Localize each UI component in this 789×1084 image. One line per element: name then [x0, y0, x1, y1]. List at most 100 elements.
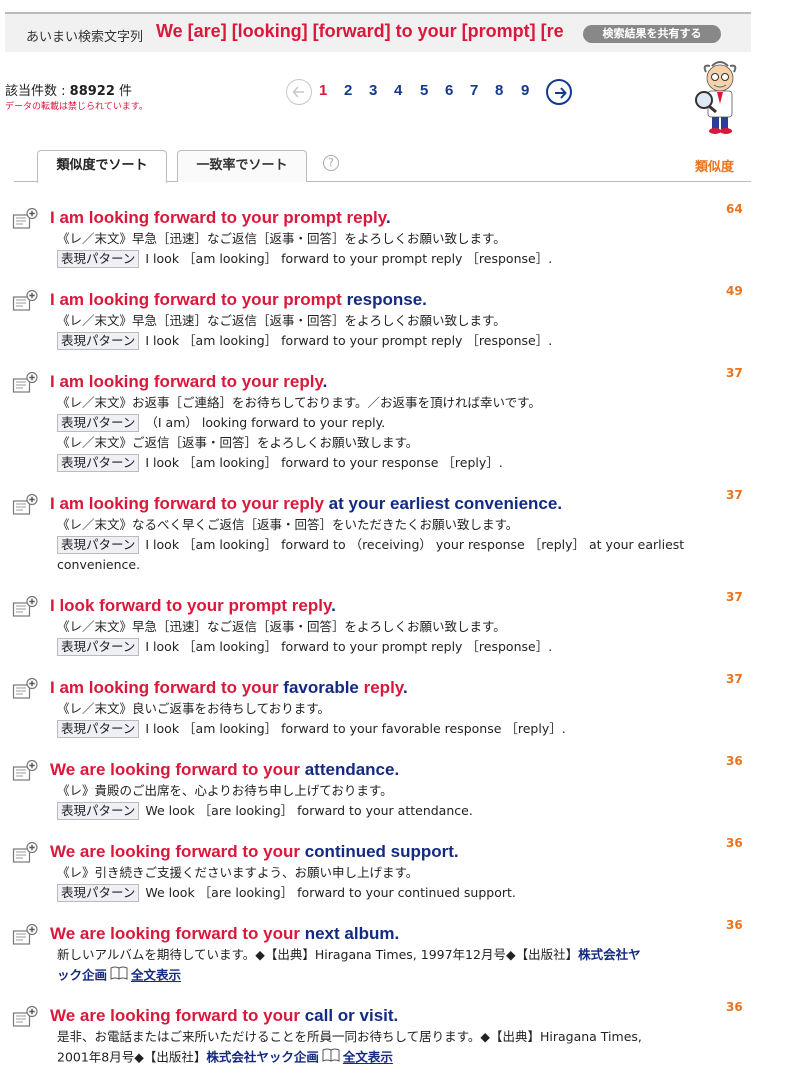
add-to-wordbook-icon[interactable]	[12, 923, 40, 948]
add-to-wordbook-icon[interactable]	[12, 595, 40, 620]
add-to-wordbook-icon[interactable]	[12, 677, 40, 702]
expression-pattern-tag: 表現パターン	[57, 884, 140, 902]
publisher-link[interactable]: 株式会社ヤ	[578, 947, 641, 962]
prev-page-icon[interactable]	[286, 79, 312, 105]
expression-pattern-text: We look ［are looking］ forward to your co…	[145, 885, 516, 900]
similarity-score: 36	[726, 754, 743, 768]
expression-pattern-text: We look ［are looking］ forward to your at…	[145, 803, 473, 818]
result-title-segment: call or visit.	[304, 1006, 399, 1025]
page-link[interactable]: 7	[470, 82, 478, 99]
expression-pattern-line: 表現パターン I look ［am looking］ forward to you…	[57, 453, 503, 473]
sort-tabs: 類似度でソート 一致率でソート ? 類似度	[14, 150, 751, 183]
full-text-link[interactable]: 全文表示	[343, 1050, 393, 1065]
result-title-segment: I am looking forward to your prompt	[50, 290, 347, 309]
reproduction-notice: データの転載は禁じられています。	[5, 102, 148, 112]
page-link[interactable]: 9	[521, 82, 529, 99]
add-to-wordbook-icon[interactable]	[12, 1005, 40, 1030]
result-count: 該当件数 : 88922 件	[5, 84, 133, 99]
similarity-score: 37	[726, 366, 743, 380]
result-title[interactable]: I am looking forward to your reply.	[50, 372, 327, 392]
page-link[interactable]: 6	[445, 82, 453, 99]
page-link[interactable]: 4	[394, 82, 402, 99]
publisher-link[interactable]: 株式会社ヤック企画	[206, 1050, 319, 1065]
result-title[interactable]: We are looking forward to your continued…	[50, 842, 459, 862]
source-line: 是非、お電話またはご来所いただけることを所員一同お待ちして居ります。◆【出典】H…	[57, 1027, 642, 1047]
translation-line: 《レ／末文》早急［迅速］なご返信［返事・回答］をよろしくお願い致します。	[57, 313, 506, 328]
result-title-segment: We are looking forward to your	[50, 924, 305, 943]
result-title-segment: .	[402, 678, 408, 697]
expression-pattern-tag: 表現パターン	[57, 536, 140, 554]
page-current: 1	[319, 82, 328, 99]
similarity-score: 49	[726, 284, 743, 298]
expression-pattern-tag: 表現パターン	[57, 720, 140, 738]
result-title[interactable]: We are looking forward to your call or v…	[50, 1006, 398, 1026]
add-to-wordbook-icon[interactable]	[12, 841, 40, 866]
page-link[interactable]: 5	[420, 82, 428, 99]
expression-pattern-tag: 表現パターン	[57, 250, 140, 268]
result-title[interactable]: We are looking forward to your next albu…	[50, 924, 399, 944]
translation-line: 《レ／末文》良いご返事をお待ちしております。	[57, 701, 331, 716]
result-title-segment: We are looking forward to your	[50, 842, 305, 861]
result-title[interactable]: We are looking forward to your attendanc…	[50, 760, 399, 780]
result-title[interactable]: I am looking forward to your prompt resp…	[50, 290, 427, 310]
similarity-column-label: 類似度	[695, 160, 735, 175]
publisher-link[interactable]: ック企画	[57, 968, 107, 983]
full-text-link[interactable]: 全文表示	[131, 968, 181, 983]
result-title[interactable]: I look forward to your prompt reply.	[50, 596, 336, 616]
result-title-segment: .	[322, 372, 328, 391]
translation-line: 《レ》貴殿のご出席を、心よりお待ち申し上げております。	[57, 783, 393, 798]
expression-pattern-line: 表現パターン I look ［am looking］ forward to you…	[57, 719, 566, 739]
expression-pattern-tag: 表現パターン	[57, 454, 140, 472]
result-title-segment: response.	[346, 290, 427, 309]
page-link[interactable]: 3	[369, 82, 377, 99]
expression-pattern-line: 表現パターン I look ［am looking］ forward to you…	[57, 249, 552, 269]
result-title-segment: We are looking forward to your	[50, 760, 305, 779]
result-title-segment: at your earliest convenience.	[323, 494, 563, 513]
expression-pattern-tag: 表現パターン	[57, 332, 140, 350]
result-title[interactable]: I am looking forward to your favorable r…	[50, 678, 408, 698]
fuzzy-search-label: あいまい検索文字列	[26, 30, 144, 45]
similarity-score: 36	[726, 1000, 743, 1014]
page-link[interactable]: 2	[344, 82, 352, 99]
source-text: 新しいアルバムを期待しています。◆【出典】Hiragana Times, 199…	[57, 947, 579, 962]
tab-sort-by-similarity[interactable]: 類似度でソート	[37, 150, 167, 183]
source-text: 2001年8月号◆【出版社】	[57, 1049, 207, 1065]
translation-line: 《レ／末文》早急［迅速］なご返信［返事・回答］をよろしくお願い致します。	[57, 619, 506, 634]
expression-pattern-text: I look ［am looking］ forward to your resp…	[145, 455, 503, 470]
expression-pattern-line: 表現パターン （I am） looking forward to your rep…	[57, 413, 385, 433]
expression-pattern-line: 表現パターン We look ［are looking］ forward to y…	[57, 801, 473, 821]
expression-pattern-tag: 表現パターン	[57, 638, 140, 656]
result-title-segment: .	[331, 596, 336, 615]
result-title[interactable]: I am looking forward to your reply at yo…	[50, 494, 562, 514]
similarity-score: 64	[726, 202, 743, 216]
result-title-segment: attendance.	[304, 760, 400, 779]
expression-pattern-continuation: convenience.	[57, 557, 141, 572]
result-title-segment: I am looking forward to your reply	[50, 372, 323, 391]
add-to-wordbook-icon[interactable]	[12, 371, 40, 396]
search-query: We [are] [looking] [forward] to your [pr…	[156, 21, 564, 41]
add-to-wordbook-icon[interactable]	[12, 289, 40, 314]
next-page-icon[interactable]	[546, 79, 572, 105]
expression-pattern-text: I look ［am looking］ forward to （receivin…	[145, 537, 685, 552]
result-title-segment: I look forward to your prompt reply	[50, 596, 332, 615]
share-results-button[interactable]: 検索結果を共有する	[583, 25, 721, 43]
expression-pattern-text: I look ［am looking］ forward to your prom…	[145, 251, 553, 266]
result-title-segment: .	[385, 208, 391, 227]
expression-pattern-text: （I am） looking forward to your reply.	[145, 415, 386, 430]
add-to-wordbook-icon[interactable]	[12, 207, 40, 232]
similarity-score: 37	[726, 488, 743, 502]
expression-pattern-tag: 表現パターン	[57, 414, 140, 432]
add-to-wordbook-icon[interactable]	[12, 493, 40, 518]
page-link[interactable]: 8	[495, 82, 503, 99]
result-title-segment: I am looking forward to your reply	[50, 494, 324, 513]
similarity-score: 36	[726, 836, 743, 850]
expression-pattern-tag: 表現パターン	[57, 802, 140, 820]
expression-pattern-text: I look ［am looking］ forward to your prom…	[145, 639, 553, 654]
result-title-segment: next album.	[304, 924, 400, 943]
add-to-wordbook-icon[interactable]	[12, 759, 40, 784]
help-icon[interactable]: ?	[323, 155, 339, 171]
source-line: ック企画 全文表示	[57, 965, 181, 987]
result-title[interactable]: I am looking forward to your prompt repl…	[50, 208, 391, 228]
result-title-segment: We are looking forward to your	[50, 1006, 305, 1025]
tab-sort-by-match-rate[interactable]: 一致率でソート	[177, 150, 307, 182]
